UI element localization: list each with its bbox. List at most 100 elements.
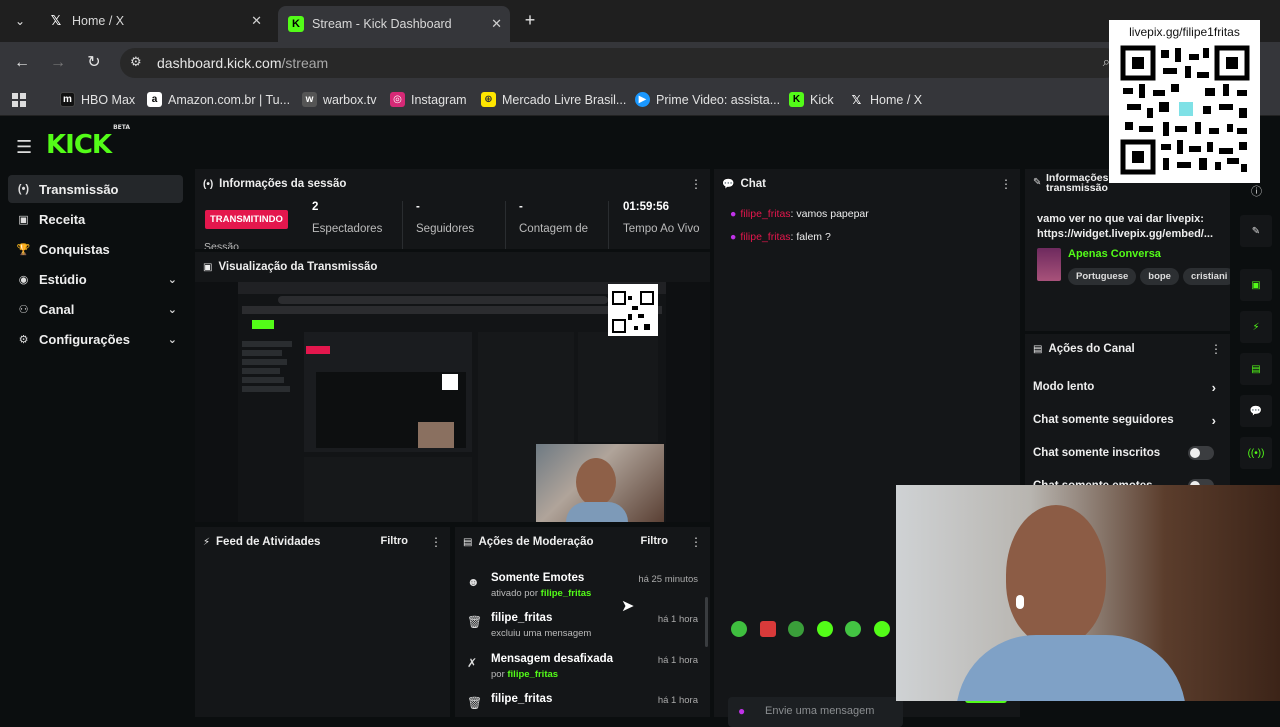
emote-button[interactable] [788, 621, 804, 637]
more-options-icon[interactable]: ⋮ [690, 535, 702, 549]
preview-icon: ▣ [203, 261, 213, 273]
mic-badge-icon: ● [730, 231, 737, 243]
stream-video[interactable] [238, 282, 666, 522]
instagram-icon: ◎ [390, 92, 405, 107]
row-user-link[interactable]: filipe_fritas [541, 588, 592, 599]
sidebar-item-label: Transmissão [39, 181, 119, 197]
sidebar-item-estudio[interactable]: ◉ Estúdio ⌄ [8, 265, 183, 293]
toggle-switch[interactable] [1188, 446, 1214, 460]
bookmark-kick[interactable]: K Kick [789, 92, 834, 107]
broadcast-tool-icon[interactable]: ((•)) [1240, 437, 1272, 469]
sidebar-item-configuracoes[interactable]: ⚙ Configurações ⌄ [8, 325, 183, 353]
sidebar-item-transmissao[interactable]: (•) Transmissão [8, 175, 183, 203]
row-user-link[interactable]: filipe_fritas [507, 669, 558, 680]
panel-header: ▤ Ações do Canal [1025, 334, 1230, 364]
panel-title: Chat [740, 178, 767, 190]
moderation-icon: ▤ [463, 536, 473, 548]
category-thumbnail[interactable] [1037, 248, 1061, 281]
pencil-icon: ✎ [1033, 177, 1042, 188]
category-link[interactable]: Apenas Conversa [1068, 248, 1161, 260]
edit-tool-icon[interactable]: ✎ [1240, 215, 1272, 247]
more-options-icon[interactable]: ⋮ [1000, 177, 1012, 191]
panel-header: (•) Informações da sessão [195, 169, 710, 199]
forward-icon[interactable]: → [48, 53, 68, 73]
session-info-panel: (•) Informações da sessão ⋮ TRANSMITINDO … [195, 169, 710, 249]
sidebar-item-label: Estúdio [39, 271, 87, 287]
sidebar-item-receita[interactable]: ▣ Receita [8, 205, 183, 233]
bookmark-warbox[interactable]: w warbox.tv [302, 92, 377, 107]
site-settings-icon[interactable]: ⚙ [130, 54, 142, 70]
tag[interactable]: Portuguese [1068, 268, 1137, 285]
moderation-row: 🗑 filipe_fritas excluiu uma mensagem há … [465, 612, 700, 650]
action-followers-only[interactable]: Chat somente seguidores › [1033, 406, 1222, 434]
row-time: há 25 minutos [638, 574, 698, 585]
shirt-shape [566, 502, 628, 522]
kick-logo-icon: K [288, 16, 304, 32]
chat-tool-icon[interactable]: 💬 [1240, 395, 1272, 427]
emote-button[interactable] [874, 621, 890, 637]
emote-button[interactable] [731, 621, 747, 637]
bookmark-mercado-livre[interactable]: ⊕ Mercado Livre Brasil... [481, 92, 626, 107]
sidebar-item-conquistas[interactable]: 🏆 Conquistas [8, 235, 183, 263]
sidebar-item-canal[interactable]: ⚇ Canal ⌄ [8, 295, 183, 323]
bookmark-home-x[interactable]: 𝕏 Home / X [849, 92, 922, 107]
action-subscribers-only[interactable]: Chat somente inscritos [1033, 439, 1222, 467]
kick-dashboard: ☰ KICKBETA (•) Transmissão ▣ Receita 🏆 Conq… [0, 117, 1280, 727]
back-icon[interactable]: ← [12, 53, 32, 73]
bookmark-prime-video[interactable]: ▶ Prime Video: assista... [635, 92, 780, 107]
filter-button[interactable]: Filtro [641, 535, 669, 547]
close-tab-icon[interactable]: ✕ [491, 16, 502, 32]
tab-kick-dashboard[interactable]: K Stream - Kick Dashboard ✕ [278, 6, 510, 42]
close-tab-icon[interactable]: ✕ [251, 13, 262, 29]
action-slow-mode[interactable]: Modo lento › [1033, 373, 1222, 401]
new-tab-button[interactable]: + [520, 10, 540, 30]
menu-icon[interactable]: ☰ [16, 137, 32, 158]
tag[interactable]: bope [1140, 268, 1179, 285]
notes-tool-icon[interactable]: ▤ [1240, 353, 1272, 385]
scrollbar[interactable] [705, 597, 708, 647]
session-label: Sessão [204, 241, 240, 249]
unpin-icon: ✗ [467, 656, 478, 670]
info-icon[interactable]: ⓘ [1251, 183, 1262, 199]
emote-button[interactable] [817, 621, 833, 637]
bookmark-hbo-max[interactable]: m HBO Max [60, 92, 135, 107]
chat-message: ● filipe_fritas: vamos papepar [730, 208, 869, 220]
face-shape [1006, 505, 1106, 645]
tag[interactable]: cristiani [1182, 268, 1230, 285]
chat-username[interactable]: filipe_fritas [740, 208, 790, 220]
more-options-icon[interactable]: ⋮ [1210, 342, 1222, 356]
stat-value: 01:59:56 [623, 201, 670, 213]
row-title: Somente Emotes [491, 572, 585, 584]
activity-feed-panel: ⚡ Feed de Atividades Filtro ⋮ [195, 527, 450, 717]
bookmark-label: Instagram [411, 92, 467, 107]
tab-home-x[interactable]: 𝕏 Home / X ✕ [38, 7, 270, 35]
bookmark-instagram[interactable]: ◎ Instagram [390, 92, 467, 107]
filter-button[interactable]: Filtro [381, 535, 409, 547]
apps-grid-icon[interactable] [12, 93, 26, 107]
row-time: há 1 hora [657, 614, 698, 625]
emote-button[interactable] [845, 621, 861, 637]
panel-title: Ações do Canal [1048, 343, 1135, 355]
row-sub-prefix: por [491, 669, 508, 680]
stat-label: Seguidores [416, 223, 475, 235]
sidebar-item-label: Receita [39, 211, 86, 227]
more-options-icon[interactable]: ⋮ [430, 535, 442, 549]
warbox-icon: w [302, 92, 317, 107]
sidebar-item-label: Canal [39, 301, 75, 317]
lightning-tool-icon[interactable]: ⚡ [1240, 311, 1272, 343]
kick-logo[interactable]: KICKBETA [46, 124, 130, 160]
emote-button[interactable] [760, 621, 776, 637]
more-options-icon[interactable]: ⋮ [690, 177, 702, 191]
row-subtitle: por filipe_fritas [491, 669, 558, 680]
nested-live-badge [306, 346, 330, 354]
clip-tool-icon[interactable]: ▣ [1240, 269, 1272, 301]
chat-input[interactable]: ● Envie uma mensagem [728, 697, 903, 727]
url-field[interactable]: ⚙ dashboard.kick.com/stream ⌕ [120, 48, 1120, 78]
beta-badge: BETA [113, 124, 131, 132]
nested-webcam [418, 422, 454, 448]
emote-icon: ☻ [467, 575, 480, 589]
reload-icon[interactable]: ↻ [84, 53, 104, 73]
chat-username[interactable]: filipe_fritas [740, 231, 790, 243]
tab-search-chevron-icon[interactable]: ⌄ [10, 11, 30, 31]
bookmark-amazon[interactable]: a Amazon.com.br | Tu... [147, 92, 290, 107]
